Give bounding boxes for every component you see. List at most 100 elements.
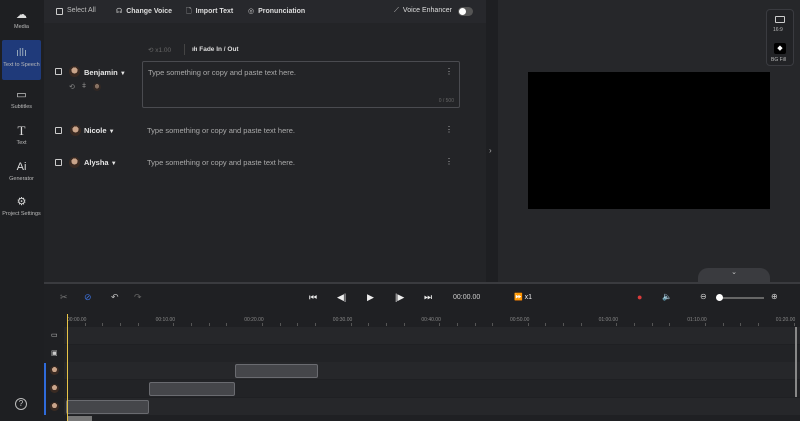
sidebar-item-subtitles[interactable]: ▭ Subtitles <box>2 88 41 114</box>
tick-mark <box>616 323 618 326</box>
tick-mark <box>527 323 529 326</box>
avatar <box>69 66 80 77</box>
text-input[interactable]: Type something or copy and paste text he… <box>147 126 295 135</box>
import-text-button[interactable]: 🗋 Import Text <box>186 7 233 18</box>
voice-enhancer-label: ⟋ Voice Enhancer <box>394 7 452 14</box>
gear-icon: ⚙ <box>16 196 27 208</box>
history-icon[interactable]: ⟲ <box>69 83 75 91</box>
tick-mark <box>580 323 582 326</box>
row-checkbox[interactable] <box>55 127 62 134</box>
text-input[interactable]: Type something or copy and paste text he… <box>142 61 460 108</box>
redo-icon[interactable]: ↷ <box>134 292 142 303</box>
panel-splitter[interactable]: › <box>486 0 498 282</box>
tick-mark <box>793 323 795 326</box>
tick-label: 00:10.00 <box>155 317 176 323</box>
sidebar-item-text-to-speech[interactable]: ıllı Text to Speech <box>2 40 41 80</box>
caret-down-icon: ▼ <box>110 161 117 167</box>
row-checkbox[interactable] <box>55 68 62 75</box>
bg-fill-icon[interactable]: ◆ <box>774 43 786 54</box>
undo-icon[interactable]: ↶ <box>111 292 119 303</box>
help-button[interactable]: ? <box>15 398 27 410</box>
tick-mark <box>634 323 636 326</box>
sidebar: ☁ Media ıllı Text to Speech ▭ Subtitles T Te… <box>0 0 44 421</box>
zoom-in-icon[interactable]: ⊕ <box>771 292 778 301</box>
voice-icon: ☊ <box>116 8 123 15</box>
vertical-scrollbar[interactable] <box>795 327 797 397</box>
playback-speed[interactable]: ⏩ x1 <box>514 293 532 301</box>
file-import-icon: 🗋 <box>186 8 192 15</box>
avatar <box>70 125 81 136</box>
caret-down-icon: ▼ <box>108 129 115 135</box>
person-icon[interactable]: ǂ <box>82 83 86 90</box>
split-icon[interactable]: ✂ <box>60 292 68 303</box>
more-icon[interactable]: ⋮ <box>445 125 453 134</box>
tick-label: 00:40.00 <box>421 317 441 323</box>
select-all-checkbox[interactable] <box>56 8 63 15</box>
more-icon[interactable]: ⋮ <box>445 157 453 166</box>
audio-clip-nicole[interactable] <box>149 382 235 396</box>
change-voice-button[interactable]: ☊ Change Voice <box>116 7 172 15</box>
pronunciation-button[interactable]: ◎ Pronunciation <box>248 7 305 15</box>
tick-label: 00:20.00 <box>244 317 264 323</box>
track-voice-alysha[interactable] <box>64 362 800 379</box>
track-voice-benjamin[interactable] <box>64 398 800 415</box>
tick-label: 01:20.00 <box>775 317 796 323</box>
zoom-out-icon[interactable]: ⊖ <box>700 292 707 301</box>
sidebar-item-generator[interactable]: Ai Generator <box>2 160 41 186</box>
tick-mark <box>403 323 405 326</box>
voice-selector[interactable]: Benjamin ▼ <box>84 68 126 77</box>
text-input[interactable]: Type something or copy and paste text he… <box>147 158 295 167</box>
voice-enhancer-toggle[interactable] <box>458 7 473 16</box>
playhead[interactable] <box>67 314 68 421</box>
zoom-slider[interactable] <box>716 294 764 301</box>
track-subtitles[interactable] <box>64 327 800 344</box>
chevron-down-icon: ⌄ <box>731 269 737 276</box>
avatar <box>69 157 80 168</box>
sidebar-item-text[interactable]: T Text <box>2 124 41 150</box>
volume-icon[interactable]: 🔈 <box>662 292 672 301</box>
step-back-icon[interactable]: ◀| <box>337 292 346 303</box>
audio-clip-benjamin[interactable] <box>66 400 149 414</box>
tick-mark <box>456 323 458 326</box>
aspect-ratio-icon[interactable] <box>775 16 785 23</box>
voice-selector[interactable]: Alysha ▼ <box>84 158 117 167</box>
row-checkbox[interactable] <box>55 159 62 166</box>
video-canvas <box>528 72 770 209</box>
more-icon[interactable]: ⋮ <box>445 67 453 76</box>
play-button[interactable]: ▶ <box>367 292 374 303</box>
fade-button[interactable]: ıłı Fade In / Out <box>192 46 239 53</box>
skip-start-icon[interactable]: ⏮ <box>309 292 317 303</box>
collapse-timeline-button[interactable]: ⌄ <box>698 268 770 282</box>
select-all-label: Select All <box>67 7 96 14</box>
sidebar-item-project-settings[interactable]: ⚙ Project Settings <box>2 195 41 225</box>
microphone-icon[interactable]: ● <box>637 292 642 302</box>
pronunciation-icon: ◎ <box>248 8 255 15</box>
avatar-icon[interactable] <box>93 83 101 91</box>
tick-mark <box>350 323 352 326</box>
audio-clip-alysha[interactable] <box>235 364 318 378</box>
horizontal-scrollbar[interactable] <box>67 416 92 421</box>
tick-mark <box>704 323 706 326</box>
tick-mark <box>439 323 441 326</box>
zoom-slider-handle[interactable] <box>716 294 723 301</box>
tick-mark <box>740 323 742 326</box>
tick-label: 00:30.00 <box>332 317 353 323</box>
tick-mark <box>279 323 281 326</box>
subtitles-icon: ▭ <box>16 89 27 101</box>
step-forward-icon[interactable]: |▶ <box>395 292 404 303</box>
tick-label: 00:00.00 <box>67 317 87 323</box>
voice-selector[interactable]: Nicole ▼ <box>84 126 115 135</box>
tick-mark <box>137 323 139 326</box>
tick-mark <box>758 323 760 326</box>
tick-mark <box>563 323 565 326</box>
link-icon[interactable]: ⊘ <box>84 292 92 303</box>
speed-control[interactable]: ⟲ x1.00 <box>148 46 171 54</box>
tick-mark <box>297 323 299 326</box>
sidebar-item-media[interactable]: ☁ Media <box>2 8 41 36</box>
tick-mark <box>102 323 104 326</box>
current-time: 00:00.00 <box>453 294 481 301</box>
skip-end-icon[interactable]: ⏭ <box>424 292 432 303</box>
track-video[interactable] <box>64 345 800 362</box>
caret-down-icon: ▼ <box>119 71 126 77</box>
tick-mark <box>120 323 122 326</box>
